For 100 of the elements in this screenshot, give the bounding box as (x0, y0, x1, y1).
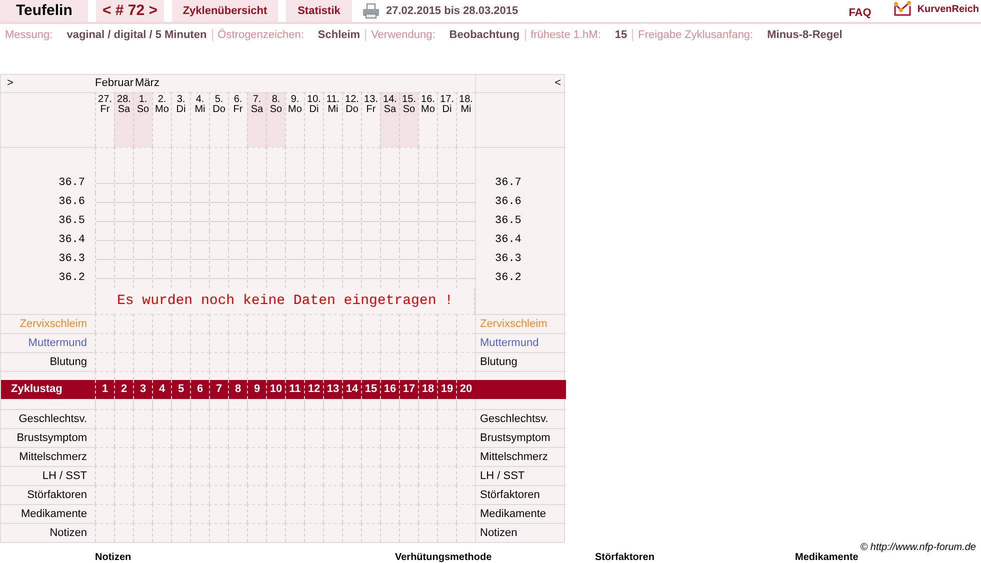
grid-cell (114, 409, 133, 428)
row-label: Brustsymptom (1, 428, 95, 447)
grid-cell (304, 466, 323, 485)
printer-icon[interactable] (362, 3, 380, 19)
grid-cell (418, 447, 437, 466)
grid-cell (228, 231, 247, 250)
grid-cell (285, 174, 304, 193)
grid-cell (266, 428, 285, 447)
grid-cell (190, 333, 209, 352)
cycle-day: 18 (418, 380, 437, 399)
grid-cell (190, 314, 209, 333)
grid-cell (95, 250, 114, 269)
grid-cell (380, 147, 399, 174)
grid-cell (190, 212, 209, 231)
grid-cell (380, 466, 399, 485)
grid-cell (456, 447, 475, 466)
grid-cell (437, 231, 456, 250)
grid-cell (190, 428, 209, 447)
temperature-label: 36.5 (58, 214, 86, 229)
grid-cell (380, 333, 399, 352)
grid-cell (114, 428, 133, 447)
grid-cell (456, 428, 475, 447)
grid-cell (361, 212, 380, 231)
grid-cell (304, 231, 323, 250)
grid-cell (190, 147, 209, 174)
cycle-day: 12 (304, 380, 323, 399)
cycle-day: 5 (171, 380, 190, 399)
row-label: Blutung (1, 352, 95, 371)
grid-cell (285, 212, 304, 231)
grid-cell (247, 447, 266, 466)
grid-cell (380, 485, 399, 504)
grid-cell (361, 447, 380, 466)
grid-cell (342, 269, 361, 288)
grid-cell (190, 352, 209, 371)
tab[interactable]: Statistik (286, 0, 352, 22)
grid-cell (171, 147, 190, 174)
grid-cell (133, 409, 152, 428)
grid-cell (342, 250, 361, 269)
temperature-label: 36.5 (475, 212, 566, 231)
grid-cell (323, 428, 342, 447)
grid-cell (361, 428, 380, 447)
cycle-day: 6 (190, 380, 209, 399)
grid-cell (285, 314, 304, 333)
grid-cell (342, 466, 361, 485)
grid-cell (323, 250, 342, 269)
grid-cell (190, 409, 209, 428)
grid-cell (247, 352, 266, 371)
grid-cell (399, 409, 418, 428)
grid-cell (133, 314, 152, 333)
grid-cell (304, 147, 323, 174)
faq-link[interactable]: FAQ (848, 4, 872, 21)
grid-cell (95, 428, 114, 447)
row-label: Geschlechtsv. (1, 409, 95, 428)
grid-cell (209, 352, 228, 371)
grid-cell (304, 174, 323, 193)
grid-cell (418, 250, 437, 269)
grid-cell (380, 504, 399, 523)
temperature-label: 36.4 (475, 231, 566, 250)
grid-cell (380, 174, 399, 193)
grid-cell (361, 314, 380, 333)
grid-cell (361, 231, 380, 250)
grid-cell (190, 174, 209, 193)
grid-cell (456, 231, 475, 250)
grid-cell (418, 333, 437, 352)
grid-cell (342, 504, 361, 523)
scroll-arrow[interactable]: > (1, 75, 95, 92)
grid-cell (190, 231, 209, 250)
day-header: 28. Sa (114, 92, 133, 147)
grid-cell (342, 231, 361, 250)
grid-cell (361, 193, 380, 212)
grid-cell (285, 250, 304, 269)
grid-cell (209, 269, 228, 288)
grid-cell (247, 269, 266, 288)
grid-cell (323, 269, 342, 288)
grid-cell (437, 269, 456, 288)
grid-cell (171, 314, 190, 333)
grid-cell (266, 231, 285, 250)
day-header: 16. Mo (418, 92, 437, 147)
grid-cell (380, 409, 399, 428)
grid-cell (399, 147, 418, 174)
grid-cell (190, 504, 209, 523)
grid-cell (456, 314, 475, 333)
grid-cell (380, 193, 399, 212)
tab[interactable]: Zyklenübersicht (172, 0, 278, 22)
cycle-navigation[interactable]: < # 72 > (96, 0, 164, 22)
grid-cell (209, 504, 228, 523)
grid-cell (418, 231, 437, 250)
grid-cell (171, 269, 190, 288)
grid-cell (95, 193, 114, 212)
grid-cell (399, 428, 418, 447)
grid-cell (95, 447, 114, 466)
grid-cell (304, 504, 323, 523)
grid-cell (437, 212, 456, 231)
grid-cell (247, 231, 266, 250)
grid-cell (437, 314, 456, 333)
grid-cell (266, 212, 285, 231)
temperature-label: 36.3 (475, 250, 566, 269)
grid-cell (266, 269, 285, 288)
day-header: 12. Do (342, 92, 361, 147)
grid-cell (399, 333, 418, 352)
